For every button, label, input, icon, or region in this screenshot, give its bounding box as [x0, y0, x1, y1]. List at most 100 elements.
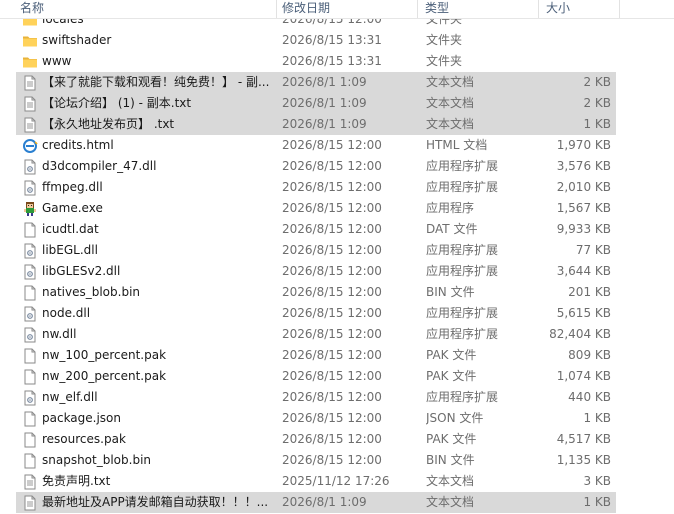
file-size: 1 KB [583, 411, 611, 425]
file-row[interactable]: 【永久地址发布页】 .txt 2026/8/1 1:09 文本文档 1 KB [16, 114, 616, 135]
dll-file-icon [22, 180, 38, 196]
column-name-header[interactable]: 名称 [16, 0, 274, 18]
column-type-header[interactable]: 类型 [421, 0, 536, 18]
file-row[interactable]: resources.pak 2026/8/15 12:00 PAK 文件 4,517 … [16, 429, 616, 450]
file-row[interactable]: credits.html 2026/8/15 12:00 HTML 文档 1,970 … [16, 135, 616, 156]
file-name: credits.html [42, 138, 114, 152]
text-file-icon [22, 117, 38, 133]
file-name: libGLESv2.dll [42, 264, 121, 278]
file-date: 2026/8/15 12:00 [282, 411, 382, 425]
file-type: HTML 文档 [426, 138, 488, 152]
column-divider[interactable] [417, 0, 418, 18]
file-row[interactable]: nw_200_percent.pak 2026/8/15 12:00 PAK 文件 1… [16, 366, 616, 387]
blank-file-icon [22, 369, 38, 385]
file-row[interactable]: ffmpeg.dll 2026/8/15 12:00 应用程序扩展 2,010 KB [16, 177, 616, 198]
file-date: 2026/8/15 12:00 [282, 327, 382, 341]
file-size: 9,933 KB [556, 222, 611, 236]
blank-file-icon [22, 222, 38, 238]
file-row[interactable]: package.json 2026/8/15 12:00 JSON 文件 1 KB [16, 408, 616, 429]
file-size: 1 KB [583, 117, 611, 131]
game-exe-icon [22, 201, 38, 217]
file-row[interactable]: 免责声明.txt 2025/11/12 17:26 文本文档 3 KB [16, 471, 616, 492]
file-type: PAK 文件 [426, 432, 477, 446]
file-name: nw.dll [42, 327, 77, 341]
column-divider[interactable] [276, 0, 277, 18]
file-date: 2026/8/15 12:00 [282, 285, 382, 299]
file-size [541, 30, 611, 51]
file-name: 最新地址及APP请发邮箱自动获取！！！... [42, 495, 269, 509]
file-name: d3dcompiler_47.dll [42, 159, 157, 173]
text-file-icon [22, 75, 38, 91]
file-name: 【论坛介绍】 (1) - 副本.txt [42, 96, 192, 110]
blank-file-icon [22, 411, 38, 427]
dll-file-icon [22, 390, 38, 406]
file-size: 3 KB [583, 474, 611, 488]
file-row[interactable]: 最新地址及APP请发邮箱自动获取！！！... 2026/8/1 1:09 文本文档 1… [16, 492, 616, 513]
blank-file-icon [22, 432, 38, 448]
file-date: 2026/8/15 12:00 [282, 159, 382, 173]
file-type: 应用程序扩展 [426, 327, 499, 341]
file-row[interactable]: swiftshader 2026/8/15 13:31 文件夹 [16, 30, 616, 51]
file-type: 文本文档 [426, 117, 475, 131]
column-divider[interactable] [538, 0, 539, 18]
file-date: 2026/8/1 1:09 [282, 75, 367, 89]
file-size: 3,576 KB [556, 159, 611, 173]
html-file-icon [22, 138, 38, 154]
file-name: libEGL.dll [42, 243, 98, 257]
column-size-header[interactable]: 大小 [542, 0, 618, 18]
file-row[interactable]: d3dcompiler_47.dll 2026/8/15 12:00 应用程序扩展 3… [16, 156, 616, 177]
file-name: www [42, 54, 72, 68]
file-list: locales 2026/8/15 12:00 文件夹 swiftshader 2026… [0, 0, 674, 513]
file-date: 2026/8/1 1:09 [282, 96, 367, 110]
file-date: 2026/8/15 12:00 [282, 264, 382, 278]
file-type: 应用程序扩展 [426, 306, 499, 320]
file-date: 2026/8/15 13:31 [282, 33, 382, 47]
file-size: 4,517 KB [556, 432, 611, 446]
file-date: 2026/8/15 12:00 [282, 138, 382, 152]
file-size: 201 KB [568, 285, 611, 299]
file-name: swiftshader [42, 33, 112, 47]
file-size [541, 51, 611, 72]
file-type: 文件夹 [426, 33, 463, 47]
file-row[interactable]: Game.exe 2026/8/15 12:00 应用程序 1,567 KB [16, 198, 616, 219]
file-date: 2026/8/15 13:31 [282, 54, 382, 68]
column-date-header[interactable]: 修改日期 [278, 0, 414, 18]
file-row[interactable]: 【来了就能下载和观看！纯免费！】 - 副... 2026/8/1 1:09 文本文档… [16, 72, 616, 93]
file-date: 2026/8/1 1:09 [282, 117, 367, 131]
file-row[interactable]: 【论坛介绍】 (1) - 副本.txt 2026/8/1 1:09 文本文档 2 KB [16, 93, 616, 114]
file-size: 809 KB [568, 348, 611, 362]
file-date: 2026/8/15 12:00 [282, 390, 382, 404]
file-row[interactable]: nw_elf.dll 2026/8/15 12:00 应用程序扩展 440 KB [16, 387, 616, 408]
column-divider[interactable] [619, 0, 620, 18]
file-name: 【永久地址发布页】 .txt [42, 117, 175, 131]
file-name: icudtl.dat [42, 222, 99, 236]
file-row[interactable]: natives_blob.bin 2026/8/15 12:00 BIN 文件 201… [16, 282, 616, 303]
file-row[interactable]: libGLESv2.dll 2026/8/15 12:00 应用程序扩展 3,644 … [16, 261, 616, 282]
file-row[interactable]: nw.dll 2026/8/15 12:00 应用程序扩展 82,404 KB [16, 324, 616, 345]
text-file-icon [22, 96, 38, 112]
file-row[interactable]: node.dll 2026/8/15 12:00 应用程序扩展 5,615 KB [16, 303, 616, 324]
file-row[interactable]: nw_100_percent.pak 2026/8/15 12:00 PAK 文件 8… [16, 345, 616, 366]
file-date: 2026/8/15 12:00 [282, 432, 382, 446]
file-date: 2026/8/15 12:00 [282, 369, 382, 383]
file-name: nw_200_percent.pak [42, 369, 167, 383]
file-size: 3,644 KB [556, 264, 611, 278]
file-date: 2026/8/15 12:00 [282, 453, 382, 467]
file-type: 文件夹 [426, 54, 463, 68]
file-date: 2026/8/1 1:09 [282, 495, 367, 509]
file-type: BIN 文件 [426, 285, 475, 299]
file-type: PAK 文件 [426, 369, 477, 383]
file-type: 应用程序扩展 [426, 180, 499, 194]
file-type: 文本文档 [426, 474, 475, 488]
file-type: 文本文档 [426, 75, 475, 89]
file-date: 2025/11/12 17:26 [282, 474, 390, 488]
column-header: 名称 修改日期 类型 大小 [0, 0, 674, 19]
dll-file-icon [22, 243, 38, 259]
file-type: DAT 文件 [426, 222, 478, 236]
file-row[interactable]: www 2026/8/15 13:31 文件夹 [16, 51, 616, 72]
dll-file-icon [22, 159, 38, 175]
file-name: 免责声明.txt [42, 474, 111, 488]
file-row[interactable]: icudtl.dat 2026/8/15 12:00 DAT 文件 9,933 KB [16, 219, 616, 240]
file-row[interactable]: libEGL.dll 2026/8/15 12:00 应用程序扩展 77 KB [16, 240, 616, 261]
file-row[interactable]: snapshot_blob.bin 2026/8/15 12:00 BIN 文件 1,… [16, 450, 616, 471]
